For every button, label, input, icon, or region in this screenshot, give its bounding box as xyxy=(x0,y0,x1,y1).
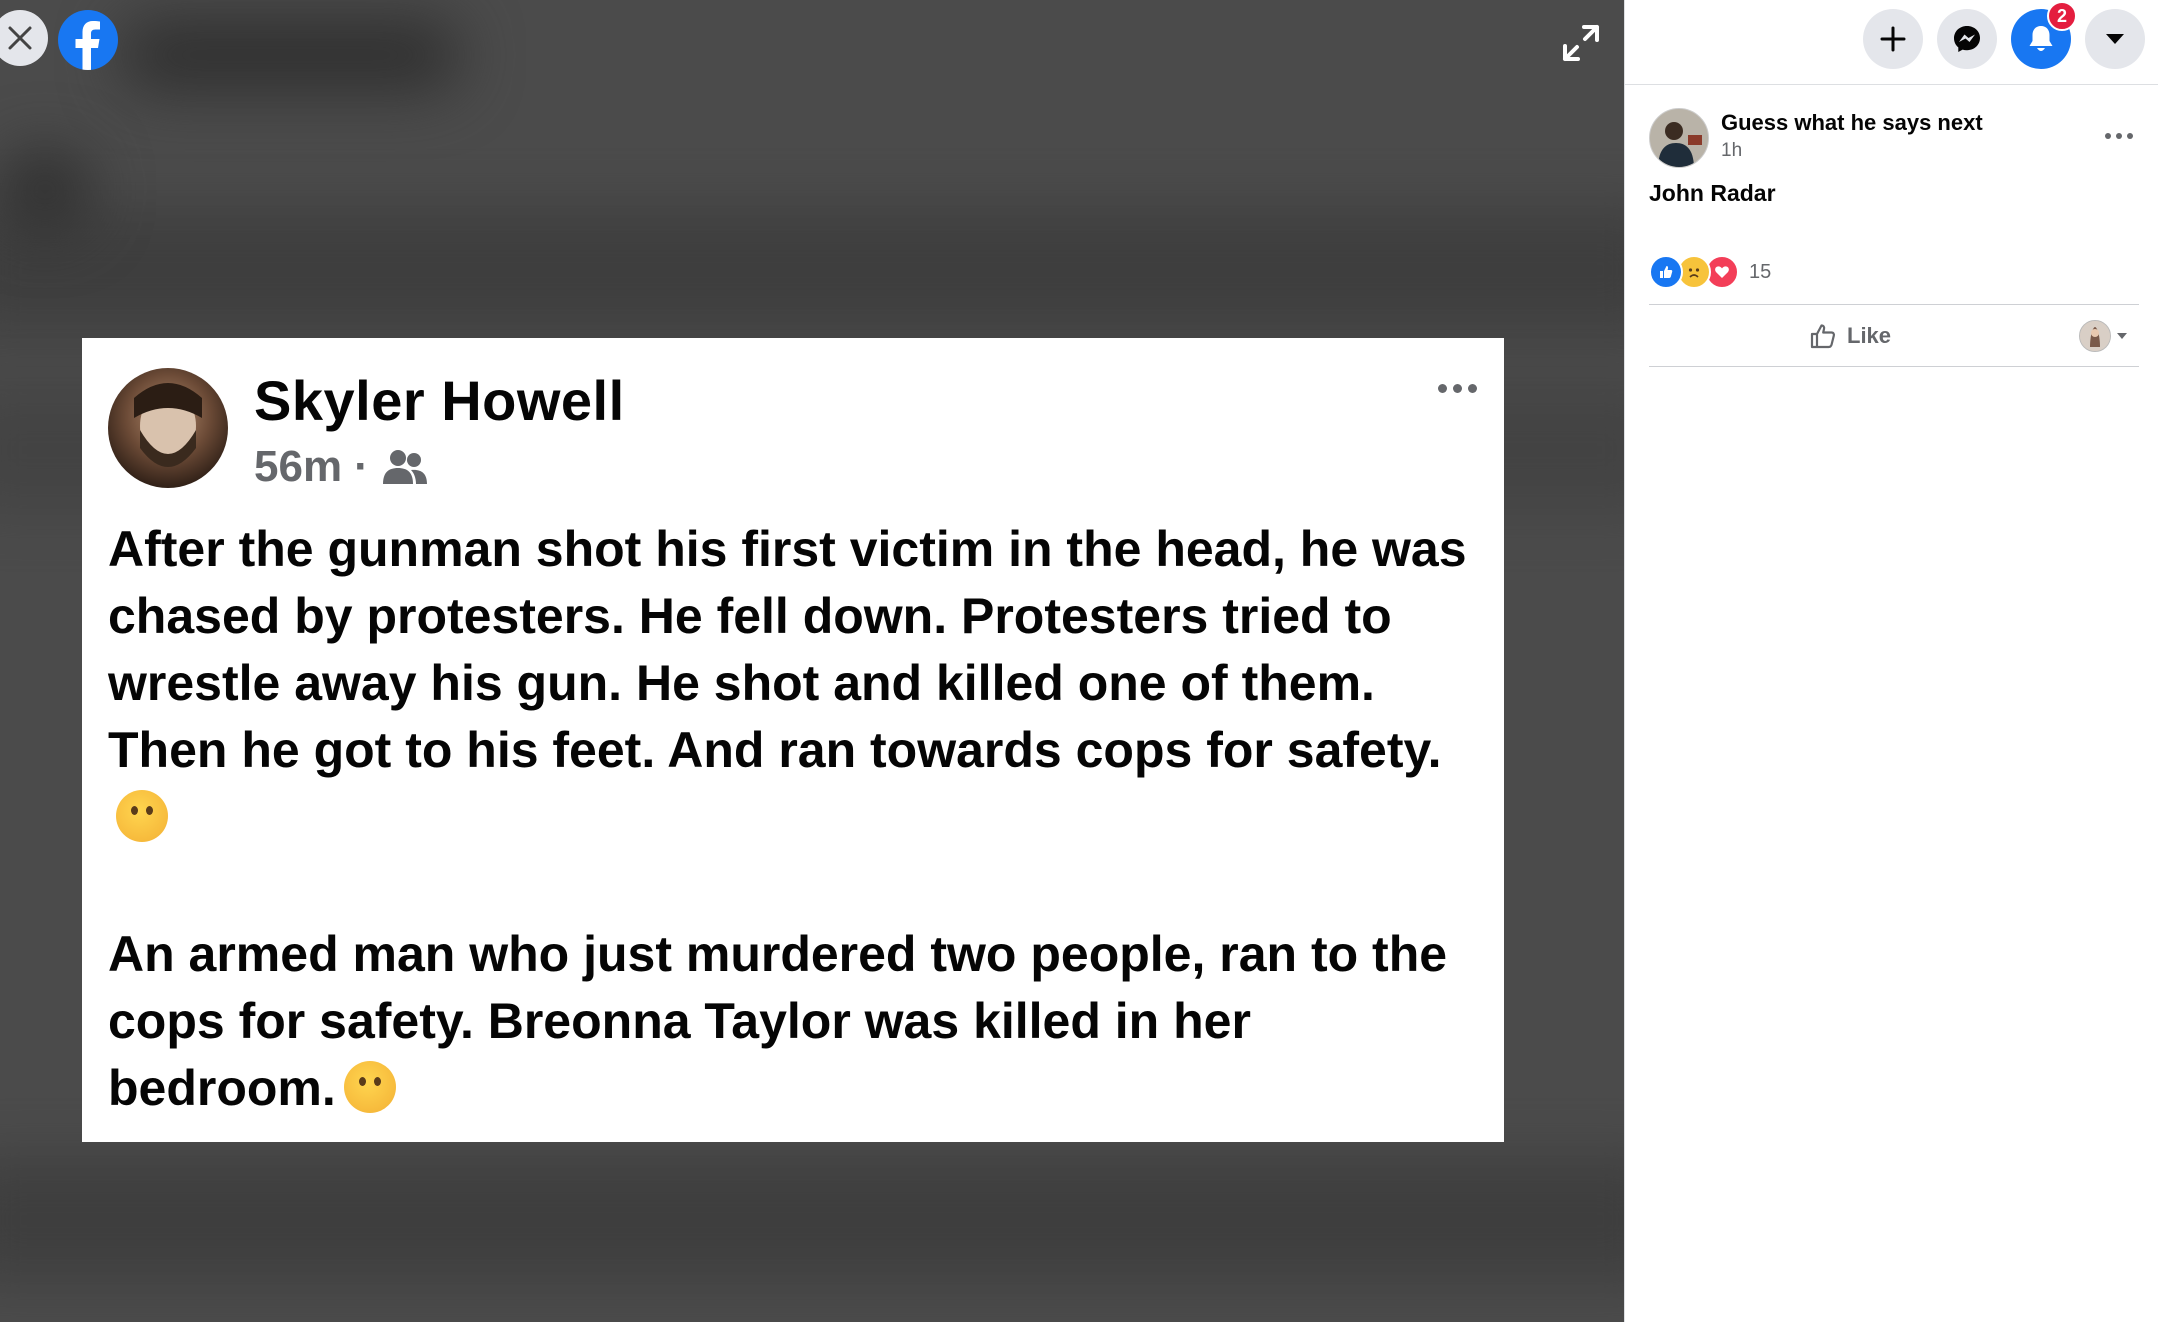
separator: · xyxy=(354,442,369,491)
post-title[interactable]: Guess what he says next xyxy=(1721,110,1983,136)
post-actions: Like xyxy=(1649,306,2139,366)
notifications-button[interactable]: 2 xyxy=(2011,1,2077,69)
caret-down-icon xyxy=(2117,333,2127,339)
background-blur xyxy=(120,20,460,90)
post-text: After the gunman shot his first victim i… xyxy=(108,516,1488,1122)
card-more-icon xyxy=(1438,378,1482,398)
reaction-count: 15 xyxy=(1749,260,1772,283)
messenger-button[interactable] xyxy=(1937,9,1997,69)
author-name: Skyler Howell xyxy=(254,369,625,432)
close-icon xyxy=(8,26,32,50)
photo-viewer: Skyler Howell 56m · After the gunman sho… xyxy=(0,0,1624,1322)
shared-post-image: Skyler Howell 56m · After the gunman sho… xyxy=(82,338,1504,1142)
divider xyxy=(1649,366,2139,367)
like-reaction-icon xyxy=(1649,255,1683,289)
facebook-logo-icon[interactable] xyxy=(58,10,118,70)
notification-badge: 2 xyxy=(2047,1,2077,31)
create-button[interactable] xyxy=(1863,9,1923,69)
post-sidebar: 2 Guess what he says next 1h John Radar … xyxy=(1624,0,2158,1322)
caret-down-icon xyxy=(2106,34,2124,44)
background-blur xyxy=(0,150,90,230)
post-time: 56m xyxy=(254,442,343,491)
divider xyxy=(1649,304,2139,305)
messenger-icon xyxy=(1954,26,1980,52)
react-as-selector[interactable] xyxy=(2079,320,2129,352)
poster-avatar[interactable] xyxy=(1649,108,1709,168)
thinking-face-icon xyxy=(116,790,168,842)
post-meta: 56m · xyxy=(254,442,429,492)
thinking-face-icon xyxy=(343,1061,396,1113)
background-blur xyxy=(0,210,1624,330)
user-avatar xyxy=(2079,320,2111,352)
like-label: Like xyxy=(1847,323,1892,348)
bell-icon xyxy=(2029,26,2053,51)
post-paragraph: An armed man who just murdered two peopl… xyxy=(108,926,1448,1116)
expand-button[interactable] xyxy=(1558,20,1604,66)
post-timestamp[interactable]: 1h xyxy=(1721,140,1742,162)
post-caption: John Radar xyxy=(1649,180,1776,206)
author-avatar xyxy=(108,368,228,488)
account-menu-button[interactable] xyxy=(2085,9,2145,69)
thumbs-up-icon xyxy=(1810,324,1836,349)
friends-icon xyxy=(382,450,427,484)
expand-icon xyxy=(1563,25,1599,61)
post-options-button[interactable] xyxy=(2099,124,2139,148)
close-button[interactable] xyxy=(0,10,48,66)
reaction-summary[interactable]: 15 xyxy=(1649,255,1772,289)
top-navigation: 2 xyxy=(1625,0,2158,85)
post-paragraph: After the gunman shot his first victim i… xyxy=(108,516,1488,851)
background-blur xyxy=(0,1160,1624,1280)
plus-icon xyxy=(1880,26,1906,52)
like-button[interactable]: Like xyxy=(1809,316,1891,356)
